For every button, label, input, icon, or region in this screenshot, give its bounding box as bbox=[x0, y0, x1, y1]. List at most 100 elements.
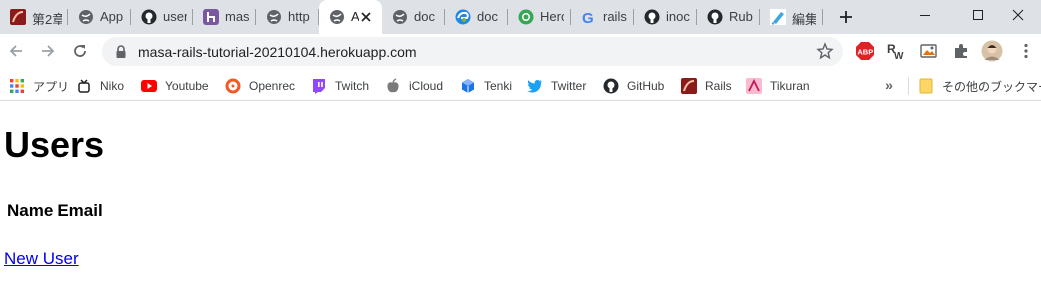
tab-title: http bbox=[288, 9, 310, 24]
tab-title: Rub bbox=[729, 9, 753, 24]
bookmark-label: Twitch bbox=[335, 79, 370, 93]
close-icon[interactable] bbox=[356, 7, 376, 27]
rw-extension-icon[interactable]: RW bbox=[885, 40, 907, 62]
browser-tab[interactable]: http bbox=[256, 0, 319, 34]
tab-title: Hero bbox=[540, 9, 564, 24]
svg-text:W: W bbox=[894, 51, 904, 61]
column-header-email: Email bbox=[57, 201, 103, 220]
pencil-icon bbox=[769, 8, 787, 26]
folder-icon bbox=[918, 78, 934, 94]
browser-tab[interactable]: G rails bbox=[571, 0, 634, 34]
tab-title: App bbox=[100, 9, 124, 24]
back-button[interactable] bbox=[2, 37, 30, 65]
adblock-icon[interactable]: ABP bbox=[854, 40, 876, 62]
tab-title: mas bbox=[225, 9, 249, 24]
browser-tab[interactable]: Rub bbox=[697, 0, 760, 34]
browser-tab[interactable]: Hero bbox=[508, 0, 571, 34]
tab-title: 編集 bbox=[792, 12, 816, 27]
browser-tab[interactable]: doc bbox=[382, 0, 445, 34]
tab-title: doc bbox=[477, 9, 498, 24]
browser-tab[interactable]: mas bbox=[193, 0, 256, 34]
bookmark-twitter[interactable]: Twitter bbox=[527, 75, 586, 97]
heroku-icon bbox=[202, 8, 220, 26]
bookmark-star-icon[interactable] bbox=[816, 42, 834, 60]
more-bookmarks-button[interactable]: » bbox=[880, 77, 898, 93]
profile-avatar[interactable] bbox=[981, 40, 1003, 62]
bookmark-label: アプリ bbox=[33, 79, 70, 94]
bookmark-label: Openrec bbox=[249, 79, 296, 93]
lock-icon bbox=[116, 45, 126, 58]
bookmark-rails[interactable]: Rails bbox=[681, 75, 732, 97]
browser-tab[interactable]: 第2章 bbox=[0, 0, 68, 34]
arrow-left-icon bbox=[9, 45, 22, 57]
browser-tab[interactable]: user bbox=[131, 0, 193, 34]
edge-icon bbox=[454, 8, 472, 26]
apps-grid-icon bbox=[9, 78, 25, 94]
bookmark-niko[interactable]: Niko bbox=[76, 75, 124, 97]
rails-logo-icon bbox=[681, 78, 697, 94]
browser-tab-active[interactable]: A bbox=[319, 0, 382, 34]
bookmark-icloud[interactable]: iCloud bbox=[385, 75, 443, 97]
tenki-icon bbox=[460, 78, 476, 94]
bookmark-label: Niko bbox=[100, 79, 125, 93]
bookmark-label: Twitter bbox=[551, 79, 587, 93]
browser-tab[interactable]: doc bbox=[445, 0, 508, 34]
tab-title: user bbox=[163, 9, 187, 24]
bookmark-openrec[interactable]: Openrec bbox=[225, 75, 295, 97]
reload-icon bbox=[74, 45, 86, 57]
browser-tab[interactable]: App bbox=[68, 0, 131, 34]
bookmark-github[interactable]: GitHub bbox=[603, 75, 664, 97]
bookmark-label: Rails bbox=[705, 79, 732, 93]
minimize-button[interactable] bbox=[902, 0, 948, 30]
github-icon bbox=[643, 8, 661, 26]
browser-tab[interactable]: inoc bbox=[634, 0, 697, 34]
address-bar[interactable]: masa-rails-tutorial-20210104.herokuapp.c… bbox=[102, 37, 843, 66]
twitch-icon bbox=[311, 78, 327, 94]
new-tab-button[interactable] bbox=[834, 5, 858, 29]
tab-strip: 第2章 App user mas http A doc doc Her G ra… bbox=[0, 0, 1041, 34]
column-header-name: Name bbox=[7, 201, 54, 220]
globe-icon bbox=[328, 8, 346, 26]
bookmark-label: Youtube bbox=[165, 79, 209, 93]
green-circle-icon bbox=[517, 8, 535, 26]
bookmarks-divider bbox=[908, 77, 909, 95]
browser-toolbar: masa-rails-tutorial-20210104.herokuapp.c… bbox=[0, 34, 1041, 69]
forward-button[interactable] bbox=[34, 37, 62, 65]
new-user-link[interactable]: New User bbox=[4, 249, 79, 269]
url-text: masa-rails-tutorial-20210104.herokuapp.c… bbox=[138, 44, 417, 60]
github-icon bbox=[140, 8, 158, 26]
svg-text:ABP: ABP bbox=[857, 48, 873, 57]
bookmark-youtube[interactable]: Youtube bbox=[141, 75, 209, 97]
bookmark-tenki[interactable]: Tenki bbox=[460, 75, 512, 97]
puzzle-icon[interactable] bbox=[950, 40, 972, 62]
bookmark-label: Tikuran bbox=[770, 79, 810, 93]
bookmark-label: iCloud bbox=[409, 79, 444, 93]
close-icon bbox=[1012, 9, 1024, 21]
apple-icon bbox=[385, 78, 401, 94]
other-bookmarks-folder[interactable]: その他のブックマーク bbox=[918, 75, 1041, 97]
plus-icon bbox=[840, 11, 852, 23]
bookmarks-bar: アプリ Niko Youtube Openrec Twitch iCloud T… bbox=[0, 69, 1041, 101]
close-window-button[interactable] bbox=[995, 0, 1041, 30]
globe-icon bbox=[265, 8, 283, 26]
bookmark-twitch[interactable]: Twitch bbox=[311, 75, 369, 97]
reload-button[interactable] bbox=[66, 37, 94, 65]
niko-icon bbox=[76, 78, 92, 94]
globe-icon bbox=[391, 8, 409, 26]
tab-title: rails bbox=[603, 9, 627, 24]
image-extension-icon[interactable] bbox=[918, 40, 940, 62]
browser-tab[interactable]: 編集 bbox=[760, 0, 823, 34]
github-icon bbox=[603, 78, 619, 94]
page-title: Users bbox=[4, 124, 105, 165]
bookmark-tikuran[interactable]: Tikuran bbox=[746, 75, 810, 97]
menu-dots-icon[interactable] bbox=[1015, 40, 1037, 62]
arrow-right-icon bbox=[42, 45, 55, 57]
bookmark-apps[interactable]: アプリ bbox=[9, 75, 69, 97]
page-content: Users Name Email New User bbox=[0, 102, 1041, 286]
globe-icon bbox=[77, 8, 95, 26]
tab-title: doc bbox=[414, 9, 435, 24]
svg-text:G: G bbox=[582, 10, 594, 25]
bookmark-label: GitHub bbox=[627, 79, 665, 93]
table-header-row: Name Email bbox=[6, 200, 104, 222]
tab-title: 第2章 bbox=[32, 12, 62, 27]
